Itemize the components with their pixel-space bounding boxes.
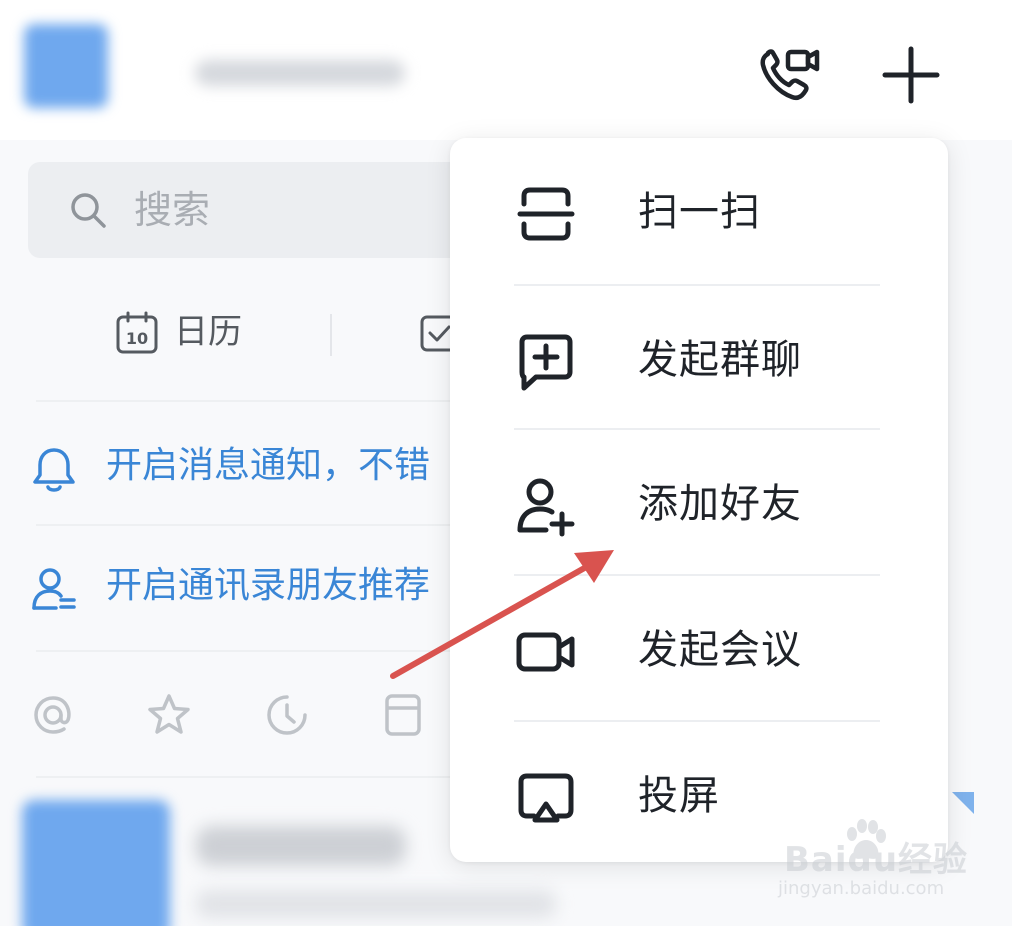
notification-tip-text: 开启消息通知，不错: [106, 445, 431, 486]
contacts-recommend-tip[interactable]: 开启通讯录朋友推荐: [0, 530, 460, 640]
plus-icon[interactable]: [880, 44, 942, 106]
video-meeting-icon: [516, 632, 575, 672]
bell-icon: [33, 448, 75, 492]
baidu-jingyan-watermark: Baidu经验 jingyan.baidu.com: [770, 818, 1000, 908]
watermark-brand: Baidu经验: [784, 840, 969, 880]
search-placeholder: 搜索: [134, 188, 211, 232]
divider: [36, 650, 456, 652]
menu-item-label: 添加好友: [638, 481, 802, 527]
user-avatar[interactable]: [24, 24, 108, 108]
add-friend-icon: [517, 478, 575, 537]
at-icon[interactable]: [28, 690, 78, 740]
contacts-recommend-text: 开启通讯录朋友推荐: [106, 565, 431, 606]
watermark-url: jingyan.baidu.com: [778, 878, 945, 899]
divider: [330, 314, 332, 356]
notification-tip[interactable]: 开启消息通知，不错: [0, 410, 460, 520]
star-icon[interactable]: [144, 690, 194, 740]
divider: [36, 524, 456, 526]
calendar-label[interactable]: 日历: [174, 308, 242, 356]
clock-icon[interactable]: [262, 690, 312, 740]
search-icon: [71, 193, 106, 228]
screen-cast-icon: [518, 773, 574, 823]
scan-icon: [517, 187, 575, 241]
chat-avatar[interactable]: [22, 800, 170, 926]
quick-filter-row: [0, 680, 460, 760]
chat-name-blurred: [196, 826, 406, 866]
chat-preview-blurred: [196, 890, 556, 918]
corner-marker: [952, 792, 974, 814]
calendar-icon[interactable]: 10: [114, 310, 160, 356]
group-chat-icon: [519, 334, 573, 391]
cloud-doc-icon[interactable]: [378, 690, 428, 740]
app-screen: 搜索 10 日历 开启消息通知，不错 开启通讯录朋友推荐 扫一扫 发起群聊 添加…: [0, 0, 1012, 926]
search-input[interactable]: 搜索: [28, 162, 508, 258]
menu-item-add-friend[interactable]: 添加好友: [450, 430, 948, 574]
top-bar: [0, 0, 1012, 140]
contacts-icon: [32, 568, 76, 610]
menu-item-scan[interactable]: 扫一扫: [450, 138, 948, 282]
menu-item-label: 投屏: [638, 773, 720, 819]
calendar-day-number: 10: [126, 329, 148, 348]
phone-video-icon[interactable]: [754, 44, 824, 106]
shortcut-row: 10 日历: [0, 290, 460, 380]
menu-item-label: 扫一扫: [638, 189, 761, 235]
menu-item-label: 发起会议: [638, 627, 802, 673]
divider: [36, 776, 456, 778]
menu-item-start-meeting[interactable]: 发起会议: [450, 576, 948, 720]
add-menu-popup: 扫一扫 发起群聊 添加好友 发起会议 投屏: [450, 138, 948, 862]
menu-item-label: 发起群聊: [638, 337, 802, 383]
divider: [36, 400, 456, 402]
menu-item-group-chat[interactable]: 发起群聊: [450, 286, 948, 430]
user-name-blurred: [195, 60, 405, 86]
